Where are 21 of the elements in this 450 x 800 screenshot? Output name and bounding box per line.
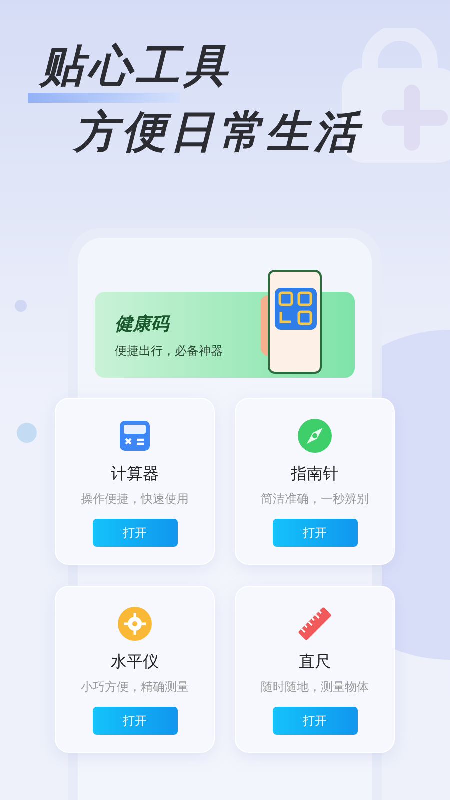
- compass-icon: [297, 418, 333, 454]
- tool-description: 小巧方便，精确测量: [81, 679, 189, 695]
- level-icon: [117, 606, 153, 642]
- tool-name: 直尺: [299, 653, 331, 673]
- tool-name: 水平仪: [111, 653, 159, 673]
- tool-description: 简洁准确，一秒辨别: [261, 491, 369, 507]
- tool-name: 指南针: [291, 465, 339, 485]
- dot-decoration: [17, 423, 37, 443]
- tool-description: 随时随地，测量物体: [261, 679, 369, 695]
- calculator-icon: [119, 420, 151, 452]
- open-button[interactable]: 打开: [272, 707, 358, 735]
- headline: 方便日常生活: [74, 108, 362, 158]
- dot-decoration: [15, 300, 27, 312]
- banner-subtitle: 便捷出行，必备神器: [115, 342, 224, 360]
- banner-title: 健康码: [115, 312, 172, 336]
- open-button[interactable]: 打开: [92, 707, 178, 735]
- headline: 贴心工具: [40, 42, 232, 92]
- open-button[interactable]: 打开: [272, 519, 358, 547]
- open-button[interactable]: 打开: [92, 519, 178, 547]
- tool-description: 操作便捷，快速使用: [81, 491, 189, 507]
- tool-name: 计算器: [111, 465, 159, 485]
